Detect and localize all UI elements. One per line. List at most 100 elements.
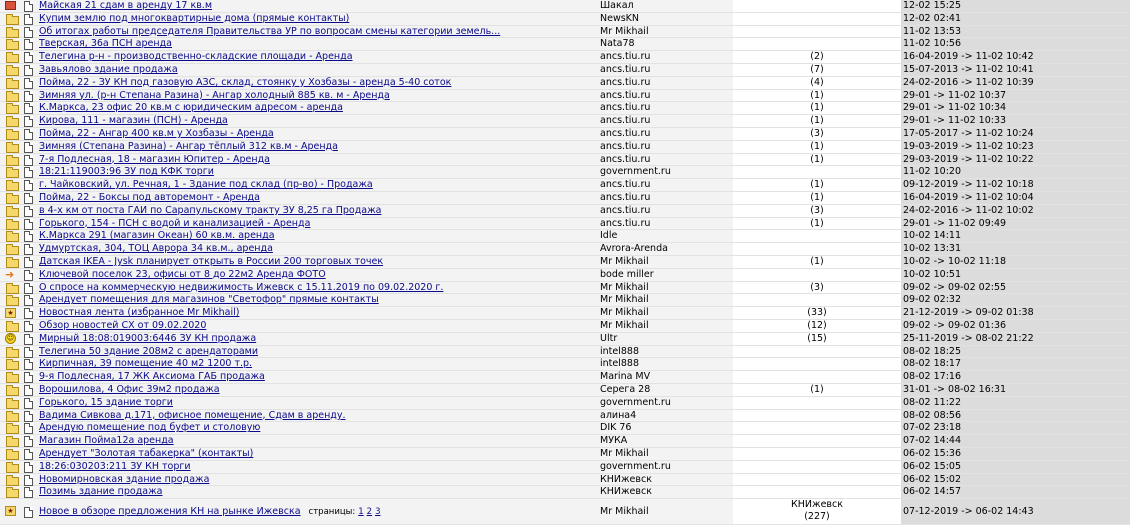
topic-title-link[interactable]: Ворошилова, 4 Офис 39м2 продажа xyxy=(39,384,594,396)
document-icon xyxy=(24,487,33,499)
topic-author: DIK 76 xyxy=(600,422,632,434)
topic-title-link[interactable]: Горького, 154 - ПСН с водой и канализаци… xyxy=(39,218,594,230)
folder-icon xyxy=(6,346,19,358)
topic-title-link[interactable]: Датская IKEA - Jysk планирует открыть в … xyxy=(39,256,594,268)
topic-title-link[interactable]: Купим землю под многоквартирные дома (пр… xyxy=(39,13,594,25)
table-row: 9-я Подлесная, 17 ЖК Аксиома ГАБ продажа… xyxy=(0,371,1130,384)
topic-title-link[interactable]: К.Маркса 291 (магазин Океан) 60 кв.м. ар… xyxy=(39,230,594,242)
topic-title-cell: Новое в обзоре предложения КН на рынке И… xyxy=(39,505,594,519)
topic-author: Шакал xyxy=(600,0,634,11)
table-row: Ворошилова, 4 Офис 39м2 продажа Серега 2… xyxy=(0,384,1130,397)
topic-author: Mr Mikhail xyxy=(600,281,649,293)
document-icon xyxy=(24,205,33,217)
topic-title-link[interactable]: Новомирновская здание продажа xyxy=(39,474,594,486)
folder-icon xyxy=(6,116,19,128)
topic-title-link[interactable]: Удмуртская, 304, ТОЦ Аврора 34 кв.м., ар… xyxy=(39,243,594,255)
topic-author: government.ru xyxy=(600,396,671,408)
folder-icon xyxy=(6,141,19,153)
topic-author: ancs.tiu.ru xyxy=(600,64,651,75)
document-icon xyxy=(24,449,33,460)
folder-icon xyxy=(6,321,19,332)
folder-icon xyxy=(6,410,19,422)
document-icon xyxy=(24,39,33,51)
topic-title-link[interactable]: Позимь здание продажа xyxy=(39,486,594,498)
topic-title-link[interactable]: Арендую помещение под буфет и столовую xyxy=(39,422,594,434)
folder-icon xyxy=(6,205,19,217)
topic-title-link[interactable]: Обзор новостей СХ от 09.02.2020 xyxy=(39,320,594,332)
topic-title-link[interactable]: 18:21:119003:96 ЗУ под КФК торги xyxy=(39,166,594,178)
topic-title-link[interactable]: Тверская, 36а ПСН аренда xyxy=(39,38,594,50)
table-row: Завьялово здание продажа ancs.tiu.ru (7)… xyxy=(0,64,1130,77)
document-icon xyxy=(24,321,33,332)
page-link-1[interactable]: 1 xyxy=(358,507,363,517)
folder-icon xyxy=(6,449,19,460)
topic-reply-count: (1) xyxy=(810,256,824,267)
topic-title-link[interactable]: К.Маркса, 23 офис 20 кв.м с юридическим … xyxy=(39,102,594,114)
topic-last-post: 10-02 13:31 xyxy=(903,243,962,255)
topic-title-link[interactable]: г. Чайковский, ул. Речная, 1 - Здание по… xyxy=(39,179,594,191)
topic-author: ancs.tiu.ru xyxy=(600,102,651,114)
folder-icon xyxy=(6,461,19,473)
table-row: Магазин Пойма12а аренда МУКА 07-02 14:44 xyxy=(0,435,1130,448)
topic-title-link[interactable]: Мирный 18:08:019003:6446 ЗУ КН продажа xyxy=(39,333,594,345)
topic-title-link[interactable]: Пойма, 22 - ЗУ КН под газовую АЗС, склад… xyxy=(39,77,594,89)
topic-title-link[interactable]: Пойма, 22 - Ангар 400 кв.м у Хозбазы - А… xyxy=(39,128,594,140)
page-link-3[interactable]: 3 xyxy=(375,507,380,517)
topic-author: Idle xyxy=(600,230,618,242)
topic-title-link[interactable]: Магазин Пойма12а аренда xyxy=(39,435,594,447)
document-icon xyxy=(24,244,33,256)
topic-title-link[interactable]: Вадима Сивкова д.171, офисное помещение,… xyxy=(39,410,594,422)
hot-topic-icon: ★ xyxy=(5,506,16,517)
folder-icon xyxy=(6,436,19,448)
topic-last-post: 07-12-2019 -> 06-02 14:43 xyxy=(903,506,1034,518)
topic-title-link[interactable]: Майская 21 сдам в аренду 17 кв.м xyxy=(39,0,594,12)
topic-title-link[interactable]: Арендует "Золотая табакерка" (контакты) xyxy=(39,448,594,460)
topic-title-link[interactable]: 7-я Подлесная, 18 - магазин Юпитер - Аре… xyxy=(39,154,594,166)
topic-title-link[interactable]: Телегина 50 здание 208м2 с арендаторами xyxy=(39,346,594,358)
folder-icon xyxy=(6,103,19,115)
topic-title-link[interactable]: Зимняя ул. (р-н Степана Разина) - Ангар … xyxy=(39,90,594,102)
topic-title-link[interactable]: в 4-х км от поста ГАИ по Сарапульскому т… xyxy=(39,205,594,217)
topic-author: ancs.tiu.ru xyxy=(600,140,651,152)
document-icon xyxy=(24,77,33,89)
topic-title-link[interactable]: Новостная лента (избранное Mr Mikhail) xyxy=(39,307,594,319)
folder-icon xyxy=(6,13,19,25)
topic-last-post: 11-02 10:56 xyxy=(903,38,962,50)
topic-reply-count: (1) xyxy=(810,115,824,127)
page-link-2[interactable]: 2 xyxy=(367,507,372,517)
hot-topic-icon: ★ xyxy=(5,308,16,319)
topic-author: ancs.tiu.ru xyxy=(600,76,651,88)
topic-last-post: 06-02 14:57 xyxy=(903,486,962,498)
topic-title-link[interactable]: Пойма, 22 - Боксы под авторемонт - Аренд… xyxy=(39,192,594,204)
topic-last-post: 09-02 -> 09-02 02:55 xyxy=(903,281,1007,293)
folder-icon xyxy=(6,257,19,268)
table-row: К.Маркса 291 (магазин Океан) 60 кв.м. ар… xyxy=(0,230,1130,244)
topic-title-link[interactable]: Кирпичная, 39 помещение 40 м2 1200 т.р. xyxy=(39,358,594,370)
topic-title-link[interactable]: Телегина р-н - производственно-складские… xyxy=(39,51,594,63)
mail-icon xyxy=(5,1,16,10)
topic-title-link[interactable]: Ключевой поселок 23, офисы от 8 до 22м2 … xyxy=(39,269,594,281)
document-icon xyxy=(24,167,33,179)
topic-last-post: 08-02 18:25 xyxy=(903,345,962,357)
topic-title-link[interactable]: 9-я Подлесная, 17 ЖК Аксиома ГАБ продажа xyxy=(39,371,594,383)
topic-title-link[interactable]: Об итогах работы председателя Правительс… xyxy=(39,26,594,38)
document-icon xyxy=(24,436,33,448)
topic-title-link[interactable]: Новое в обзоре предложения КН на рынке И… xyxy=(39,506,301,517)
table-row: Датская IKEA - Jysk планирует открыть в … xyxy=(0,256,1130,269)
topic-title-link[interactable]: Горького, 15 здание торги xyxy=(39,397,594,409)
topic-title-link[interactable]: 18:26:030203:211 ЗУ КН торги xyxy=(39,461,594,473)
table-row: Пойма, 22 - Боксы под авторемонт - Аренд… xyxy=(0,192,1130,205)
topic-title-link[interactable]: Зимняя (Степана Разина) - Ангар тёплый 3… xyxy=(39,141,594,153)
folder-icon xyxy=(6,218,19,230)
topic-last-post: 10-02 -> 10-02 11:18 xyxy=(903,256,1007,267)
topic-last-post: 12-02 02:41 xyxy=(903,12,962,24)
topic-title-link[interactable]: Арендует помещения для магазинов "Светоф… xyxy=(39,294,594,306)
topic-title-link[interactable]: О спросе на коммерческую недвижимость Иж… xyxy=(39,282,594,294)
topic-title-link[interactable]: Кирова, 111 - магазин (ПСН) - Аренда xyxy=(39,115,594,127)
table-row: Позимь здание продажа КНИжевск 06-02 14:… xyxy=(0,486,1130,500)
topic-author: government.ru xyxy=(600,166,671,178)
topic-last-post: 24-02-2016 -> 11-02 10:39 xyxy=(903,76,1034,88)
topic-title-link[interactable]: Завьялово здание продажа xyxy=(39,64,594,76)
topic-author: Nata78 xyxy=(600,38,635,50)
topic-author: ancs.tiu.ru xyxy=(600,179,651,191)
